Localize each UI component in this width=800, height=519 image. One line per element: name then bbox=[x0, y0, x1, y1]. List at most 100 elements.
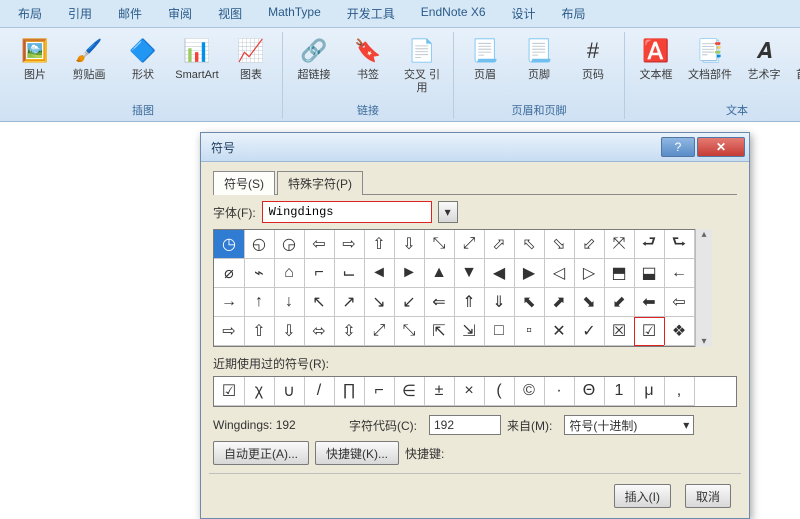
symbol-cell[interactable]: ⇐ bbox=[424, 288, 455, 317]
symbol-cell[interactable]: ⬅ bbox=[634, 288, 665, 317]
recent-symbol-cell[interactable]: × bbox=[454, 377, 485, 406]
ribbon-button[interactable]: 📃页脚 bbox=[514, 32, 564, 83]
symbol-cell[interactable]: ↗ bbox=[334, 288, 365, 317]
symbol-cell[interactable]: ⇩ bbox=[394, 230, 425, 259]
symbol-cell[interactable]: ⬉ bbox=[514, 288, 545, 317]
symbol-cell[interactable]: ⤢ bbox=[364, 317, 395, 346]
ribbon-button[interactable]: 📄交叉 引用 bbox=[397, 32, 447, 96]
ribbon-tab[interactable]: 视图 bbox=[208, 2, 252, 25]
recent-symbol-cell[interactable]: © bbox=[514, 377, 545, 406]
recent-symbol-cell[interactable]: ∈ bbox=[394, 377, 425, 406]
ribbon-tab[interactable]: 布局 bbox=[8, 2, 52, 25]
ribbon-button[interactable]: 🔷形状 bbox=[118, 32, 168, 83]
symbol-cell[interactable]: ☒ bbox=[604, 317, 635, 346]
ribbon-button[interactable]: 📈图表 bbox=[226, 32, 276, 83]
symbol-cell[interactable]: ⇨ bbox=[334, 230, 365, 259]
tab-symbols[interactable]: 符号(S) bbox=[213, 171, 275, 195]
symbol-cell[interactable]: ⇦ bbox=[304, 230, 335, 259]
symbol-cell[interactable]: ⌁ bbox=[244, 259, 275, 288]
symbol-cell[interactable]: ⤡ bbox=[394, 317, 425, 346]
ribbon-tab[interactable]: 设计 bbox=[502, 2, 546, 25]
symbol-cell[interactable]: ◁ bbox=[544, 259, 575, 288]
symbol-cell[interactable]: ◄ bbox=[364, 259, 395, 288]
symbol-cell[interactable]: ⬓ bbox=[634, 259, 665, 288]
shortcut-key-button[interactable]: 快捷键(K)... bbox=[315, 441, 399, 465]
charcode-input[interactable]: 192 bbox=[429, 415, 501, 435]
ribbon-button[interactable]: 🖌️剪贴画 bbox=[64, 32, 114, 83]
ribbon-button[interactable]: 🔗超链接 bbox=[289, 32, 339, 83]
ribbon-tab[interactable]: MathType bbox=[258, 2, 331, 25]
recent-symbol-cell[interactable]: χ bbox=[244, 377, 275, 406]
close-button[interactable]: ✕ bbox=[697, 137, 745, 157]
ribbon-tab[interactable]: 布局 bbox=[552, 2, 596, 25]
ribbon-button[interactable]: 🖼️图片 bbox=[10, 32, 60, 83]
symbol-cell[interactable]: ⇱ bbox=[424, 317, 455, 346]
ribbon-button[interactable]: 📑文档部件 bbox=[685, 32, 735, 83]
symbol-cell[interactable]: ↖ bbox=[304, 288, 335, 317]
recent-symbol-cell[interactable]: ( bbox=[484, 377, 515, 406]
symbol-cell[interactable]: ✕ bbox=[544, 317, 575, 346]
symbol-cell[interactable]: ↑ bbox=[244, 288, 275, 317]
symbol-cell[interactable]: ⮐ bbox=[634, 230, 665, 259]
ribbon-tab[interactable]: 邮件 bbox=[108, 2, 152, 25]
from-combobox[interactable]: 符号(十进制)▾ bbox=[564, 415, 694, 435]
symbol-cell[interactable]: ✓ bbox=[574, 317, 605, 346]
symbol-cell[interactable]: → bbox=[214, 288, 245, 317]
symbol-cell[interactable]: ► bbox=[394, 259, 425, 288]
symbol-cell[interactable]: ⌀ bbox=[214, 259, 245, 288]
symbol-cell[interactable]: ▲ bbox=[424, 259, 455, 288]
symbol-cell[interactable]: ⬂ bbox=[544, 230, 575, 259]
symbol-cell[interactable]: ⌂ bbox=[274, 259, 305, 288]
symbol-cell[interactable]: ▼ bbox=[454, 259, 485, 288]
symbol-cell[interactable]: ⇦ bbox=[664, 288, 695, 317]
symbol-cell[interactable]: ⇧ bbox=[244, 317, 275, 346]
ribbon-tab[interactable]: EndNote X6 bbox=[411, 2, 496, 25]
symbol-cell[interactable]: ⬄ bbox=[304, 317, 335, 346]
symbol-cell[interactable]: ⌐ bbox=[304, 259, 335, 288]
dialog-titlebar[interactable]: 符号 ? ✕ bbox=[201, 133, 749, 162]
symbol-cell[interactable]: ⬁ bbox=[514, 230, 545, 259]
recent-symbol-cell[interactable]: , bbox=[664, 377, 695, 406]
ribbon-button[interactable]: 📊SmartArt bbox=[172, 32, 222, 83]
symbol-cell[interactable]: ⬃ bbox=[574, 230, 605, 259]
recent-symbol-cell[interactable]: μ bbox=[634, 377, 665, 406]
symbol-cell[interactable]: ⇓ bbox=[484, 288, 515, 317]
symbol-cell[interactable]: ↘ bbox=[364, 288, 395, 317]
recent-symbol-cell[interactable]: Θ bbox=[574, 377, 605, 406]
symbol-cell[interactable]: ▷ bbox=[574, 259, 605, 288]
recent-symbol-cell[interactable]: ⌐ bbox=[364, 377, 395, 406]
font-combobox[interactable] bbox=[262, 201, 432, 223]
symbol-cell[interactable]: ⇩ bbox=[274, 317, 305, 346]
ribbon-tab[interactable]: 开发工具 bbox=[337, 2, 405, 25]
symbol-cell[interactable]: ← bbox=[664, 259, 695, 288]
help-button[interactable]: ? bbox=[661, 137, 695, 157]
ribbon-tab[interactable]: 审阅 bbox=[158, 2, 202, 25]
symbol-cell[interactable]: ⬊ bbox=[574, 288, 605, 317]
recent-symbol-cell[interactable]: ± bbox=[424, 377, 455, 406]
recent-symbol-cell[interactable]: ☑ bbox=[214, 377, 245, 406]
symbol-cell[interactable]: ◵ bbox=[244, 230, 275, 259]
symbol-cell[interactable]: ⇨ bbox=[214, 317, 245, 346]
symbol-cell[interactable]: ☑ bbox=[634, 317, 665, 346]
autocorrect-button[interactable]: 自动更正(A)... bbox=[213, 441, 309, 465]
symbol-cell[interactable]: ▫ bbox=[514, 317, 545, 346]
font-input[interactable] bbox=[267, 204, 427, 220]
insert-button[interactable]: 插入(I) bbox=[614, 484, 671, 508]
symbol-cell[interactable]: ◶ bbox=[274, 230, 305, 259]
symbol-cell[interactable]: ❖ bbox=[664, 317, 695, 346]
ribbon-button[interactable]: 🔖书签 bbox=[343, 32, 393, 83]
recent-symbol-cell[interactable]: 1 bbox=[604, 377, 635, 406]
recent-symbol-cell[interactable]: ∪ bbox=[274, 377, 305, 406]
ribbon-button[interactable]: 📃页眉 bbox=[460, 32, 510, 83]
recent-symbol-cell[interactable]: · bbox=[544, 377, 575, 406]
symbol-cell[interactable]: ⬒ bbox=[604, 259, 635, 288]
symbol-cell[interactable]: ↙ bbox=[394, 288, 425, 317]
symbol-cell[interactable]: ⇑ bbox=[454, 288, 485, 317]
symbol-cell[interactable]: ⬋ bbox=[604, 288, 635, 317]
symbol-cell[interactable]: ◷ bbox=[214, 230, 245, 259]
recent-symbol-cell[interactable]: / bbox=[304, 377, 335, 406]
symbol-cell[interactable]: ⤡ bbox=[424, 230, 455, 259]
ribbon-button[interactable]: #页码 bbox=[568, 32, 618, 83]
symbol-cell[interactable]: ◀ bbox=[484, 259, 515, 288]
cancel-button[interactable]: 取消 bbox=[685, 484, 731, 508]
